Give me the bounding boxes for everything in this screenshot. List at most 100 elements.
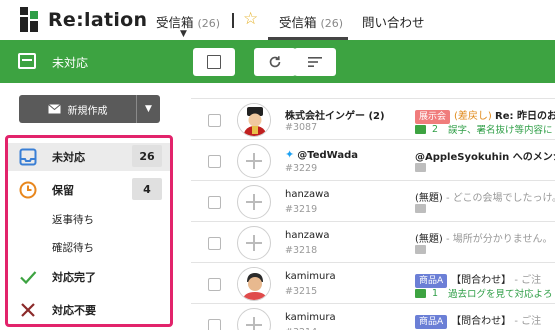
tab-label: 受信箱 (156, 15, 194, 30)
snippet-text: 過去ログを見て対応よろ (448, 289, 553, 300)
row-checkbox[interactable] (208, 237, 221, 250)
ticket-number: #3087 (285, 122, 318, 133)
compose-button[interactable]: 新規作成 (19, 95, 136, 123)
subject-text: Re: 昨日のお (495, 111, 555, 122)
envelope-icon (47, 104, 61, 114)
subject-text: - ご注 (511, 316, 542, 327)
checkbox-icon (207, 55, 221, 69)
inbox-icon (18, 53, 36, 69)
avatar-image (238, 268, 270, 300)
ticket-number: #3215 (285, 286, 318, 297)
subject-prefix: (無題) (415, 234, 443, 245)
comment-icon (415, 204, 426, 213)
row-checkbox[interactable] (208, 155, 221, 168)
comment-icon (415, 124, 426, 134)
compose-options-button[interactable]: ▼ (137, 104, 160, 114)
subject-line: (無題) - 場所が分かりません。 (415, 230, 555, 245)
sidebar-item-completed[interactable]: 対応完了 (8, 263, 170, 291)
twitter-icon: ✦ (285, 148, 295, 161)
status-filter-list: 未対応 26 保留 4 返事待ち 確認待ち 対応完了 対応不要 (5, 135, 173, 327)
comment-snippet (415, 204, 555, 213)
logo-mark-icon (20, 7, 40, 32)
sidebar-item-label: 未対応 (52, 151, 85, 164)
tab-inquiries[interactable]: 問い合わせ (362, 12, 425, 31)
list-item[interactable]: hanzawa #3219 (無題) - どこの会場でしたっけ。 (191, 180, 555, 221)
sidebar-item-not-needed[interactable]: 対応不要 (8, 296, 170, 324)
list-item[interactable]: kamimura #3215 商品A 【問合わせ】 - ご注 1 過去ログを見て対… (191, 262, 555, 303)
sender-name: hanzawa (285, 189, 330, 200)
sidebar-item-on-hold[interactable]: 保留 4 (8, 176, 170, 204)
count-badge: 26 (132, 145, 162, 167)
comment-icon (415, 288, 426, 298)
row-checkbox[interactable] (208, 114, 221, 127)
row-checkbox[interactable] (208, 319, 221, 330)
list-item[interactable]: hanzawa #3218 (無題) - 場所が分かりません。 (191, 221, 555, 262)
subject-prefix: (無題) (415, 193, 443, 204)
comment-icon (415, 245, 426, 254)
sender-name: hanzawa (285, 230, 330, 241)
subject-text: - どこの会場でしたっけ。 (442, 193, 555, 204)
comment-snippet (415, 163, 555, 172)
message-list: 株式会社インゲー (2) #3087 展示会 (差戻し) Re: 昨日のお 2 誤… (191, 98, 555, 330)
top-header: Re:lation 受信箱 (26) ▼ ☆ 受信箱 (26) 問い合わせ (0, 0, 555, 40)
subject-text: - 場所が分かりません。 (442, 234, 553, 245)
tab-label: 問い合わせ (362, 15, 425, 30)
sender-name: kamimura (285, 271, 336, 282)
chevron-down-icon: ▼ (145, 104, 152, 114)
count-badge: 4 (132, 178, 162, 200)
comment-snippet (415, 245, 555, 254)
select-all-button[interactable] (193, 48, 235, 76)
star-icon[interactable]: ☆ (243, 9, 258, 29)
avatar-placeholder (237, 308, 271, 330)
list-item[interactable]: kamimura #3214 商品A【問合わせ】 - ご注 (191, 303, 555, 330)
ticket-number: #3218 (285, 245, 318, 256)
comment-icon (415, 163, 426, 172)
comment-count: 2 (432, 123, 439, 135)
sidebar-item-awaiting-reply[interactable]: 返事待ち (8, 205, 170, 233)
refresh-icon (269, 56, 281, 68)
avatar-placeholder (237, 144, 271, 178)
subject-text: @AppleSyokuhin へのメンシ (415, 152, 555, 163)
sender-name: ✦ @TedWada (285, 148, 358, 161)
comment-count: 1 (432, 287, 439, 299)
check-icon (20, 271, 37, 285)
sidebar-item-awaiting-confirmation[interactable]: 確認待ち (8, 233, 170, 261)
ticket-number: #3219 (285, 204, 318, 215)
subject-prefix: 【問合わせ】 (451, 275, 512, 286)
sort-button[interactable] (294, 48, 336, 76)
sidebar-item-label: 確認待ち (52, 241, 94, 254)
list-item[interactable]: 株式会社インゲー (2) #3087 展示会 (差戻し) Re: 昨日のお 2 誤… (191, 98, 555, 139)
sidebar-item-label: 保留 (52, 184, 74, 197)
row-checkbox[interactable] (208, 196, 221, 209)
chevron-down-icon[interactable]: ▼ (180, 29, 187, 39)
sidebar-item-label: 返事待ち (52, 213, 94, 226)
subject-line: @AppleSyokuhin へのメンシ (415, 148, 555, 163)
snippet-text: 誤字、署名抜け等内容に (448, 125, 553, 136)
tab-count: (26) (320, 17, 344, 30)
list-item[interactable]: ✦ @TedWada #3229 @AppleSyokuhin へのメンシ (191, 139, 555, 180)
avatar-placeholder (237, 185, 271, 219)
app-logo[interactable]: Re:lation (20, 7, 147, 32)
comment-snippet: 1 過去ログを見て対応よろ (415, 286, 555, 300)
refresh-button[interactable] (254, 48, 296, 76)
row-checkbox[interactable] (208, 278, 221, 291)
compose-button-group: 新規作成 ▼ (19, 95, 160, 123)
subject-line: 商品A 【問合わせ】 - ご注 (415, 312, 555, 329)
tab-inbox-dropdown[interactable]: 受信箱 (26) (156, 12, 220, 31)
compose-label: 新規作成 (67, 105, 108, 117)
status-text: (差戻し) (454, 111, 492, 122)
tab-inbox[interactable]: 受信箱 (26) (279, 12, 343, 31)
avatar-image (238, 104, 270, 136)
avatar-placeholder (237, 226, 271, 260)
inbox-icon (19, 148, 37, 166)
sidebar-item-label: 対応不要 (52, 304, 96, 317)
avatar (237, 267, 271, 301)
tab-count: (26) (197, 17, 221, 30)
sender-name: kamimura (285, 312, 336, 323)
cross-icon (21, 303, 35, 317)
comment-snippet: 2 誤字、署名抜け等内容に (415, 122, 555, 136)
label-tag[interactable]: 商品A (415, 315, 448, 329)
clock-icon (19, 181, 37, 199)
avatar (237, 103, 271, 137)
sidebar-item-unhandled[interactable]: 未対応 26 (8, 143, 170, 171)
